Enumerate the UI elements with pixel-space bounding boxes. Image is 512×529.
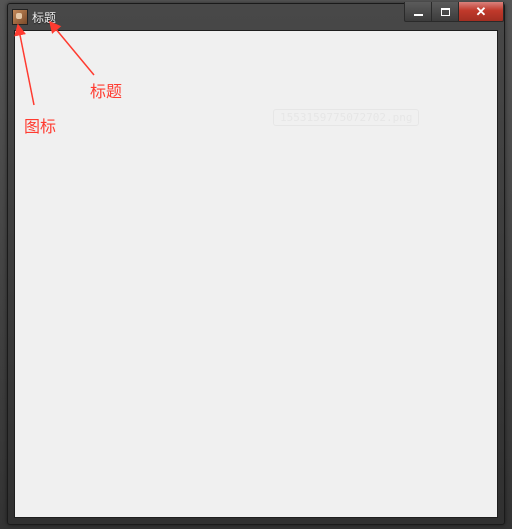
desktop-background: 1 japort sys 标题 ✕ 1553159775072702.png: [0, 0, 512, 529]
window-controls: ✕: [405, 2, 504, 22]
client-area: 1553159775072702.png: [14, 30, 498, 518]
maximize-icon: [441, 8, 450, 16]
application-window: 标题 ✕ 1553159775072702.png: [7, 3, 505, 525]
minimize-button[interactable]: [404, 2, 432, 22]
maximize-button[interactable]: [431, 2, 459, 22]
window-title: 标题: [32, 9, 56, 26]
title-bar[interactable]: 标题 ✕: [8, 4, 504, 30]
close-button[interactable]: ✕: [458, 2, 504, 22]
close-icon: ✕: [476, 5, 487, 18]
app-icon: [12, 9, 28, 25]
watermark-text: 1553159775072702.png: [273, 109, 419, 126]
minimize-icon: [414, 14, 423, 16]
